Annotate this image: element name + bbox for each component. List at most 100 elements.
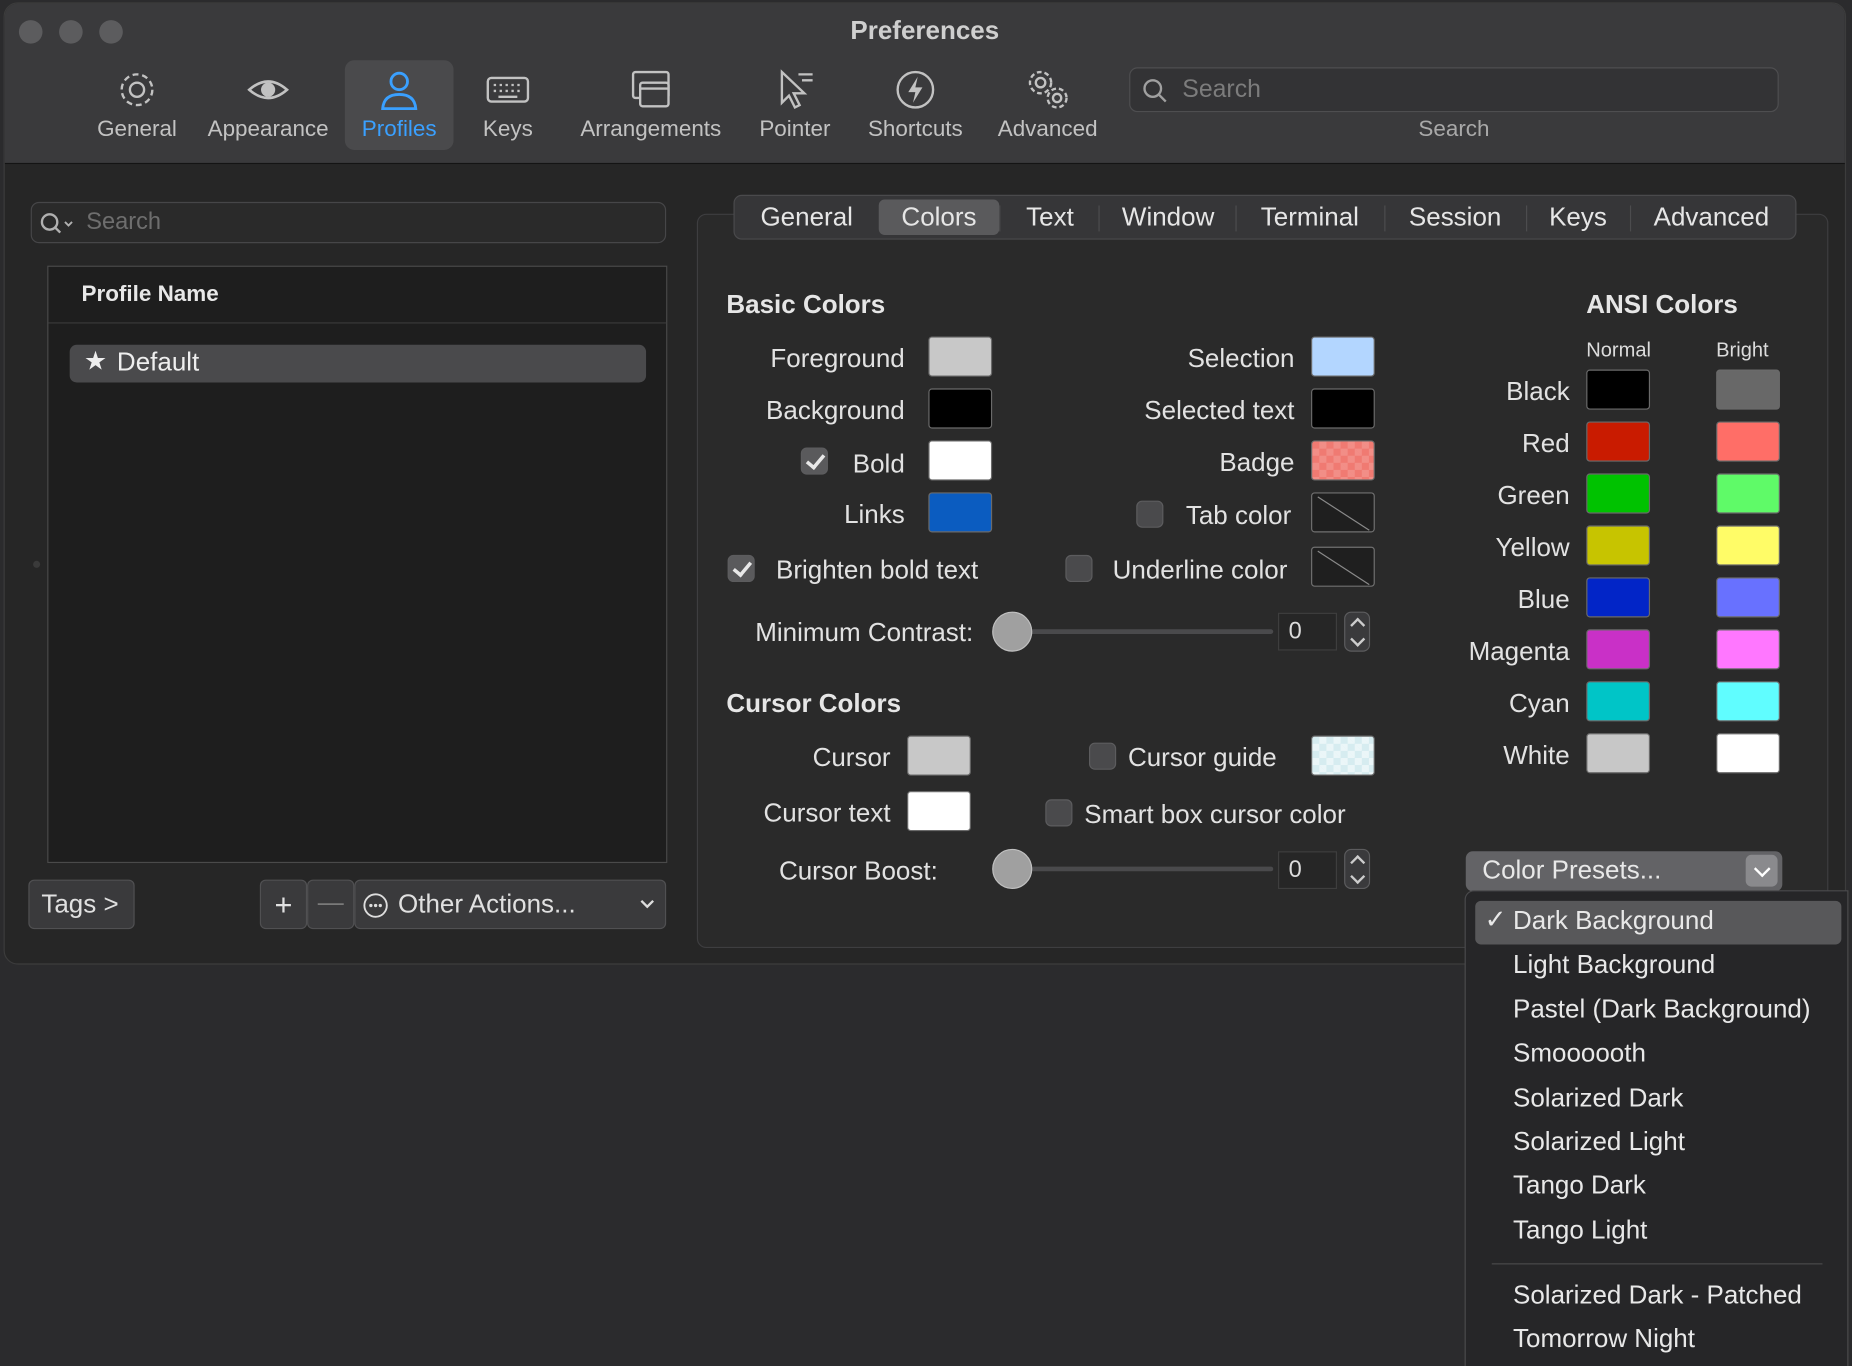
underline-color-well[interactable] xyxy=(1311,546,1375,587)
toolbar-advanced-button[interactable]: Advanced xyxy=(989,60,1107,150)
smart-box-cursor-checkbox[interactable] xyxy=(1045,799,1073,827)
bold-checkbox[interactable] xyxy=(800,447,828,475)
cursor-guide-color-well[interactable] xyxy=(1311,735,1375,776)
preset-item[interactable]: Solarized Light xyxy=(1466,1122,1848,1166)
background-color-well[interactable] xyxy=(928,388,993,429)
toolbar-shortcuts-button[interactable]: Shortcuts xyxy=(859,60,972,150)
preset-item[interactable]: Tango Light xyxy=(1466,1210,1848,1254)
ansi-cyan-bright-well[interactable] xyxy=(1716,681,1780,722)
tab-separator xyxy=(1526,205,1528,232)
preset-item[interactable]: Solarized Dark xyxy=(1466,1077,1848,1121)
ansi-blue-normal-well[interactable] xyxy=(1586,577,1651,618)
ansi-yellow-normal-well[interactable] xyxy=(1586,525,1651,566)
other-actions-menu[interactable]: Other Actions... xyxy=(354,879,667,930)
cursor-boost-track[interactable] xyxy=(1011,866,1274,872)
ansi-white-bright-well[interactable] xyxy=(1716,733,1780,774)
toolbar-appearance-button[interactable]: Appearance xyxy=(200,60,337,150)
tab-separator xyxy=(1098,205,1100,232)
cursor-text-color-well[interactable] xyxy=(907,791,971,832)
links-color-well[interactable] xyxy=(928,492,993,533)
ansi-colors-heading: ANSI Colors xyxy=(1586,289,1738,319)
selected-text-color-well[interactable] xyxy=(1311,388,1375,429)
ansi-blue-bright-well[interactable] xyxy=(1716,577,1780,618)
preset-item[interactable]: Tango Dark xyxy=(1466,1166,1848,1210)
tab-color-checkbox[interactable] xyxy=(1136,500,1164,528)
toolbar-item-label: Keys xyxy=(482,116,533,142)
tab-separator xyxy=(999,205,1001,232)
tab-text[interactable]: Text xyxy=(1004,200,1096,235)
tab-advanced[interactable]: Advanced xyxy=(1635,200,1789,235)
tab-colors[interactable]: Colors xyxy=(878,199,1000,235)
tags-button[interactable]: Tags > xyxy=(28,879,135,930)
profile-row-default[interactable]: ★ Default xyxy=(69,344,647,383)
minimum-contrast-value[interactable]: 0 xyxy=(1277,612,1338,651)
tab-keys[interactable]: Keys xyxy=(1531,200,1625,235)
tab-general[interactable]: General xyxy=(744,200,869,235)
preset-item-label: Pastel (Dark Background) xyxy=(1513,993,1811,1024)
split-handle[interactable] xyxy=(33,560,41,568)
preset-item-label: Tango Light xyxy=(1513,1214,1648,1245)
ansi-yellow-bright-well[interactable] xyxy=(1716,525,1780,566)
toolbar-keys-button[interactable]: Keys xyxy=(470,60,546,150)
profile-name: Default xyxy=(116,347,200,377)
smart-box-cursor-label: Smart box cursor color xyxy=(1084,799,1346,829)
ansi-red-normal-well[interactable] xyxy=(1586,421,1651,462)
profile-name-column-header[interactable]: Profile Name xyxy=(48,267,667,324)
tab-terminal[interactable]: Terminal xyxy=(1240,200,1379,235)
tab-window[interactable]: Window xyxy=(1103,200,1233,235)
toolbar-item-label: Advanced xyxy=(997,116,1098,142)
toolbar-item-label: Profiles xyxy=(361,116,437,142)
preset-item-label: Solarized Light xyxy=(1513,1126,1685,1156)
ansi-yellow-label: Yellow xyxy=(1495,532,1570,562)
toolbar-item-label: Shortcuts xyxy=(867,116,963,142)
ansi-normal-label: Normal xyxy=(1586,338,1651,362)
toolbar-search-field[interactable]: Search xyxy=(1129,67,1779,113)
selection-color-well[interactable] xyxy=(1311,336,1375,377)
tab-session[interactable]: Session xyxy=(1389,200,1521,235)
add-profile-button[interactable]: + xyxy=(259,879,308,930)
window-title: Preferences xyxy=(850,15,1000,45)
ansi-black-normal-well[interactable] xyxy=(1586,369,1651,410)
cursor-boost-knob[interactable] xyxy=(992,848,1033,890)
preset-item[interactable]: Light Background xyxy=(1466,945,1848,989)
toolbar-profiles-button[interactable]: Profiles xyxy=(344,60,454,150)
badge-color-well[interactable] xyxy=(1311,440,1375,481)
ansi-magenta-bright-well[interactable] xyxy=(1716,629,1780,670)
brighten-bold-label: Brighten bold text xyxy=(775,554,979,585)
cursor-color-well[interactable] xyxy=(907,735,971,776)
preset-item[interactable]: Tomorrow Night xyxy=(1466,1319,1848,1363)
profile-search-field[interactable]: Search xyxy=(30,201,667,244)
underline-color-checkbox[interactable] xyxy=(1065,554,1093,583)
toolbar-pointer-button[interactable]: Pointer xyxy=(746,60,843,150)
minimum-contrast-track[interactable] xyxy=(1011,629,1274,635)
ansi-green-normal-well[interactable] xyxy=(1586,473,1651,514)
ansi-green-bright-well[interactable] xyxy=(1716,473,1780,514)
preset-item[interactable]: Pastel (Dark Background) xyxy=(1466,989,1848,1033)
cursor-boost-value[interactable]: 0 xyxy=(1277,851,1338,890)
ansi-magenta-normal-well[interactable] xyxy=(1586,629,1651,670)
color-presets-button[interactable]: Color Presets... xyxy=(1465,851,1783,892)
cursor-guide-checkbox[interactable] xyxy=(1088,742,1117,770)
remove-profile-button[interactable]: — xyxy=(307,879,355,930)
toolbar-general-button[interactable]: General xyxy=(85,60,189,150)
preset-item[interactable]: Solarized Dark - Patched xyxy=(1466,1275,1848,1319)
underline-color-label: Underline color xyxy=(1112,554,1288,585)
preset-item[interactable]: ✓ Dark Background xyxy=(1475,900,1842,945)
cursor-boost-stepper[interactable] xyxy=(1344,848,1371,890)
brighten-bold-checkbox[interactable] xyxy=(727,554,755,583)
foreground-color-well[interactable] xyxy=(928,336,993,377)
ansi-cyan-normal-well[interactable] xyxy=(1586,681,1651,722)
tab-color-well[interactable] xyxy=(1311,492,1375,533)
preset-item[interactable]: Smoooooth xyxy=(1466,1033,1848,1077)
minimum-contrast-knob[interactable] xyxy=(992,611,1033,652)
ansi-red-bright-well[interactable] xyxy=(1716,421,1780,462)
screen: Preferences General Appearance Profiles Key… xyxy=(0,0,1852,1366)
bold-color-well[interactable] xyxy=(928,440,993,481)
ansi-white-label: White xyxy=(1503,740,1570,770)
background-label: Background xyxy=(766,395,905,426)
preset-item-label: Smoooooth xyxy=(1513,1038,1646,1068)
toolbar-arrangements-button[interactable]: Arrangements xyxy=(573,60,729,150)
ansi-black-bright-well[interactable] xyxy=(1716,369,1780,410)
minimum-contrast-stepper[interactable] xyxy=(1344,611,1371,652)
ansi-white-normal-well[interactable] xyxy=(1586,733,1651,774)
